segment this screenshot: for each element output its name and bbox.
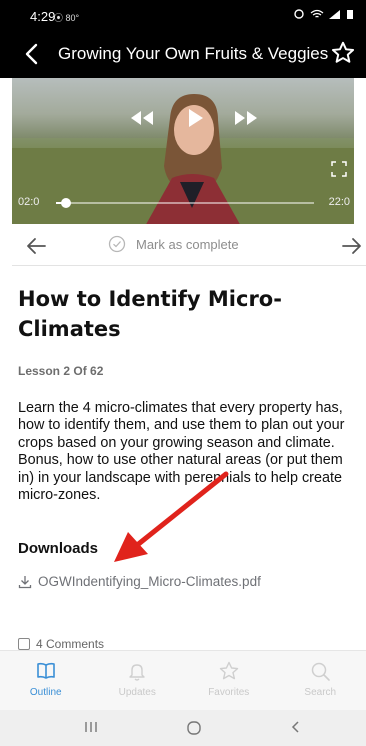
forward-icon	[235, 111, 257, 125]
downloads-heading: Downloads	[18, 540, 99, 557]
download-file-link[interactable]: OGWIndentifying_Micro-Climates.pdf	[18, 574, 261, 589]
back-arrow-icon[interactable]	[20, 40, 46, 68]
mark-complete-button[interactable]: Mark as complete	[108, 235, 239, 253]
wifi-icon	[310, 9, 324, 18]
comments-checkbox[interactable]	[18, 638, 30, 650]
tab-outline[interactable]: Outline	[0, 651, 92, 710]
course-title: Growing Your Own Fruits & Veggies	[58, 44, 329, 63]
system-navigation-bar	[0, 710, 366, 746]
annotation-arrow	[114, 471, 229, 562]
play-icon	[189, 109, 203, 127]
status-time: 4:29	[30, 9, 56, 24]
signal-icon	[329, 10, 340, 19]
video-duration: 22:0	[328, 196, 350, 208]
app-header: Growing Your Own Fruits & Veggies	[0, 30, 366, 78]
comments-label: 4 Comments	[36, 637, 105, 651]
star-icon[interactable]	[330, 40, 356, 66]
lesson-count: Lesson 2 Of 62	[18, 364, 104, 378]
tab-favorites[interactable]: Favorites	[183, 651, 275, 710]
play-button[interactable]	[175, 106, 215, 130]
mark-complete-label: Mark as complete	[136, 236, 239, 252]
back-icon[interactable]	[289, 720, 303, 734]
star-icon	[219, 661, 238, 680]
video-elapsed-time: 02:0	[18, 196, 40, 208]
status-extra: ⦿ 80°	[54, 13, 80, 23]
tab-outline-label: Outline	[29, 687, 62, 698]
tab-favorites-label: Favorites	[208, 687, 250, 698]
alarm-icon	[294, 9, 304, 19]
comments-toggle[interactable]: 4 Comments	[18, 637, 104, 651]
tab-updates-label: Updates	[118, 687, 156, 698]
book-icon	[36, 662, 55, 679]
rewind-button[interactable]	[122, 106, 162, 130]
status-bar: 4:29 ⦿ 80°	[0, 0, 366, 30]
fullscreen-icon[interactable]	[330, 160, 348, 178]
search-icon	[312, 662, 331, 681]
arrow-right-icon[interactable]	[340, 234, 364, 258]
tab-updates[interactable]: Updates	[92, 651, 184, 710]
bottom-tab-bar: Outline Updates Favorites Search	[0, 650, 366, 710]
check-circle-icon	[108, 235, 126, 253]
download-file-name: OGWIndentifying_Micro-Climates.pdf	[38, 574, 261, 589]
lesson-navigation: Mark as complete	[12, 226, 366, 266]
lesson-title: How to Identify Micro-Climates	[18, 287, 282, 341]
video-player[interactable]: 02:0 22:0	[12, 78, 354, 224]
video-progress-track[interactable]	[56, 198, 314, 208]
forward-button[interactable]	[226, 106, 266, 130]
tab-search-label: Search	[304, 687, 337, 698]
status-icons	[292, 9, 354, 19]
tab-search[interactable]: Search	[275, 651, 366, 710]
home-icon[interactable]	[186, 720, 202, 736]
rewind-icon	[131, 111, 153, 125]
battery-icon	[347, 10, 353, 19]
bell-icon	[129, 664, 145, 681]
download-icon	[18, 575, 32, 588]
recents-icon[interactable]	[84, 720, 98, 734]
arrow-left-icon[interactable]	[24, 234, 48, 258]
